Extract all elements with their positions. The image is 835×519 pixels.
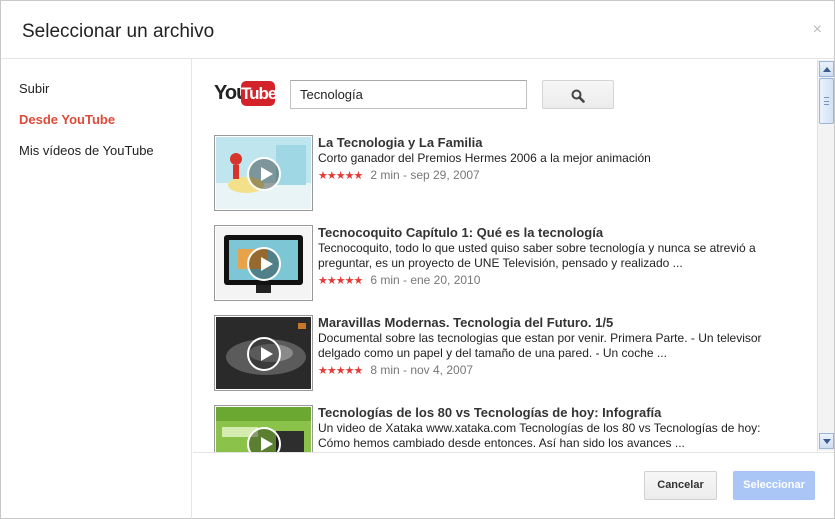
sidebar-item-my-youtube-videos[interactable]: Mis vídeos de YouTube bbox=[19, 143, 154, 158]
video-description: Documental sobre las tecnologias que est… bbox=[318, 331, 762, 360]
play-icon bbox=[247, 337, 281, 371]
list-item[interactable]: Maravillas Modernas. Tecnologia del Futu… bbox=[214, 315, 804, 391]
video-duration-date: 6 min - ene 20, 2010 bbox=[370, 273, 481, 287]
video-meta: ★★★★★ 2 min - sep 29, 2007 bbox=[318, 168, 480, 182]
sidebar-item-from-youtube[interactable]: Desde YouTube bbox=[19, 112, 115, 127]
video-thumbnail[interactable] bbox=[214, 135, 313, 211]
video-description: Un video de Xataka www.xataka.com Tecnol… bbox=[318, 421, 761, 450]
rating-stars-icon: ★★★★★ bbox=[318, 170, 363, 182]
close-icon[interactable]: × bbox=[813, 22, 822, 38]
grip-icon bbox=[824, 97, 829, 105]
video-thumbnail[interactable] bbox=[214, 225, 313, 301]
cancel-button[interactable]: Cancelar bbox=[644, 471, 717, 500]
video-title[interactable]: La Tecnologia y La Familia bbox=[318, 135, 482, 150]
search-button[interactable] bbox=[542, 80, 614, 109]
play-icon bbox=[247, 247, 281, 281]
scrollbar-thumb[interactable] bbox=[819, 78, 834, 124]
dialog-footer: Cancelar Seleccionar bbox=[193, 452, 834, 519]
scroll-down-button[interactable] bbox=[819, 433, 834, 449]
video-thumbnail[interactable] bbox=[214, 315, 313, 391]
play-icon bbox=[247, 157, 281, 191]
video-meta: ★★★★★ 8 min - nov 4, 2007 bbox=[318, 363, 473, 377]
results-list: La Tecnologia y La Familia Corto ganador… bbox=[193, 119, 815, 452]
dialog-header: Seleccionar un archivo × bbox=[1, 1, 834, 59]
search-icon bbox=[571, 89, 585, 103]
logo-tube-text: Tube bbox=[241, 81, 277, 106]
video-duration-date: 2 min - sep 29, 2007 bbox=[370, 168, 480, 182]
video-title[interactable]: Maravillas Modernas. Tecnologia del Futu… bbox=[318, 315, 613, 330]
video-meta: ★★★★★ 6 min - ene 20, 2010 bbox=[318, 273, 480, 287]
source-sidebar: Subir Desde YouTube Mis vídeos de YouTub… bbox=[1, 59, 192, 519]
video-title[interactable]: Tecnocoquito Capítulo 1: Qué es la tecno… bbox=[318, 225, 603, 240]
rating-stars-icon: ★★★★★ bbox=[318, 275, 363, 287]
rating-stars-icon: ★★★★★ bbox=[318, 365, 363, 377]
chevron-up-icon bbox=[823, 67, 831, 72]
search-input[interactable] bbox=[290, 80, 527, 109]
select-button[interactable]: Seleccionar bbox=[733, 471, 815, 500]
video-description: Corto ganador del Premios Hermes 2006 a … bbox=[318, 151, 651, 165]
file-picker-dialog: Seleccionar un archivo × Subir Desde You… bbox=[0, 0, 835, 519]
video-description: Tecnocoquito, todo lo que usted quiso sa… bbox=[318, 241, 756, 270]
chevron-down-icon bbox=[823, 439, 831, 444]
search-bar: You Tube bbox=[193, 59, 815, 119]
video-title[interactable]: Tecnologías de los 80 vs Tecnologías de … bbox=[318, 405, 661, 420]
list-item[interactable]: Tecnologías de los 80 vs Tecnologías de … bbox=[214, 405, 804, 452]
list-item[interactable]: Tecnocoquito Capítulo 1: Qué es la tecno… bbox=[214, 225, 804, 301]
results-scrollbar[interactable] bbox=[817, 60, 834, 451]
sidebar-item-upload[interactable]: Subir bbox=[19, 81, 49, 96]
video-duration-date: 8 min - nov 4, 2007 bbox=[370, 363, 474, 377]
video-thumbnail[interactable] bbox=[214, 405, 313, 452]
main-panel: You Tube Tecnología La Tecnologia y La F… bbox=[193, 59, 834, 452]
scroll-up-button[interactable] bbox=[819, 61, 834, 77]
dialog-title: Seleccionar un archivo bbox=[22, 21, 215, 42]
list-item[interactable]: La Tecnologia y La Familia Corto ganador… bbox=[214, 135, 804, 211]
